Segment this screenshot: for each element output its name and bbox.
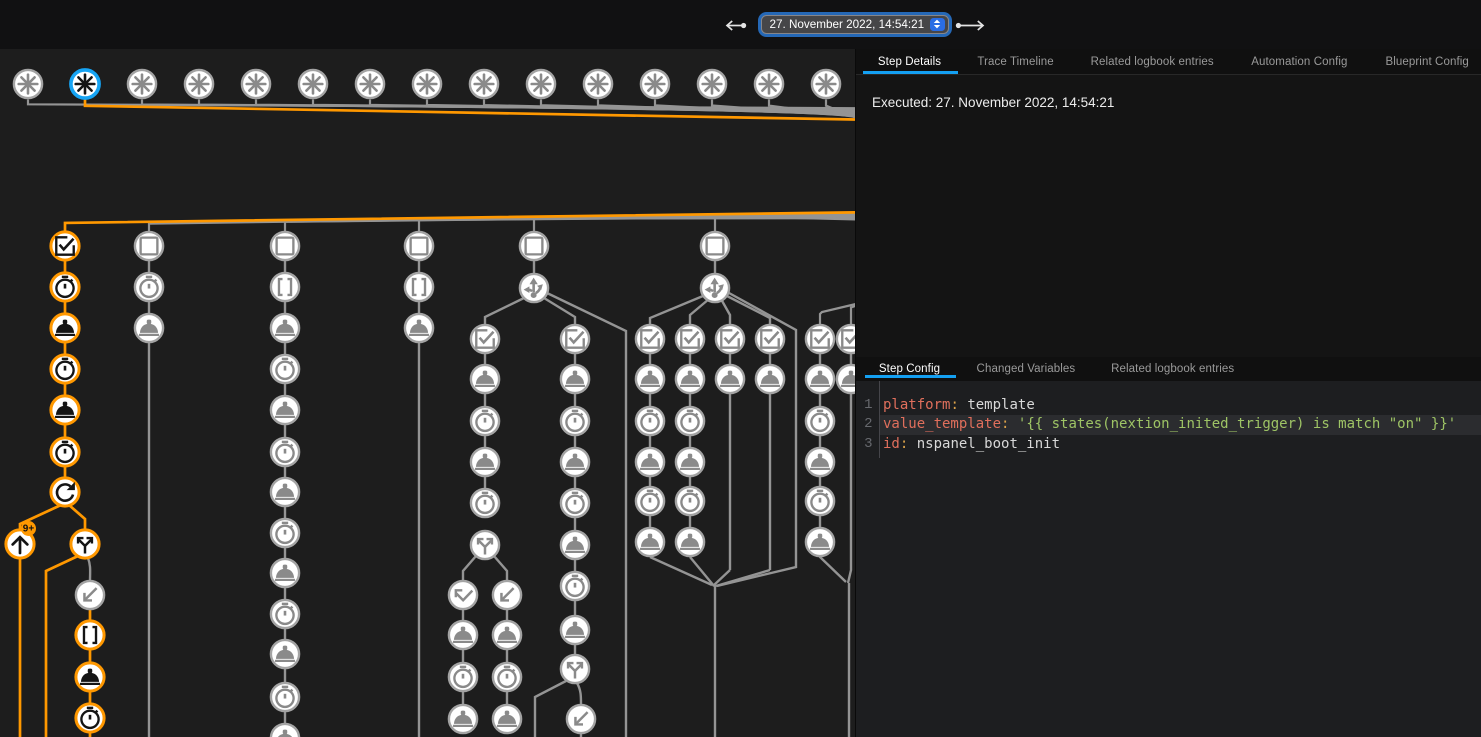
svg-text:9+: 9+ — [23, 524, 35, 535]
